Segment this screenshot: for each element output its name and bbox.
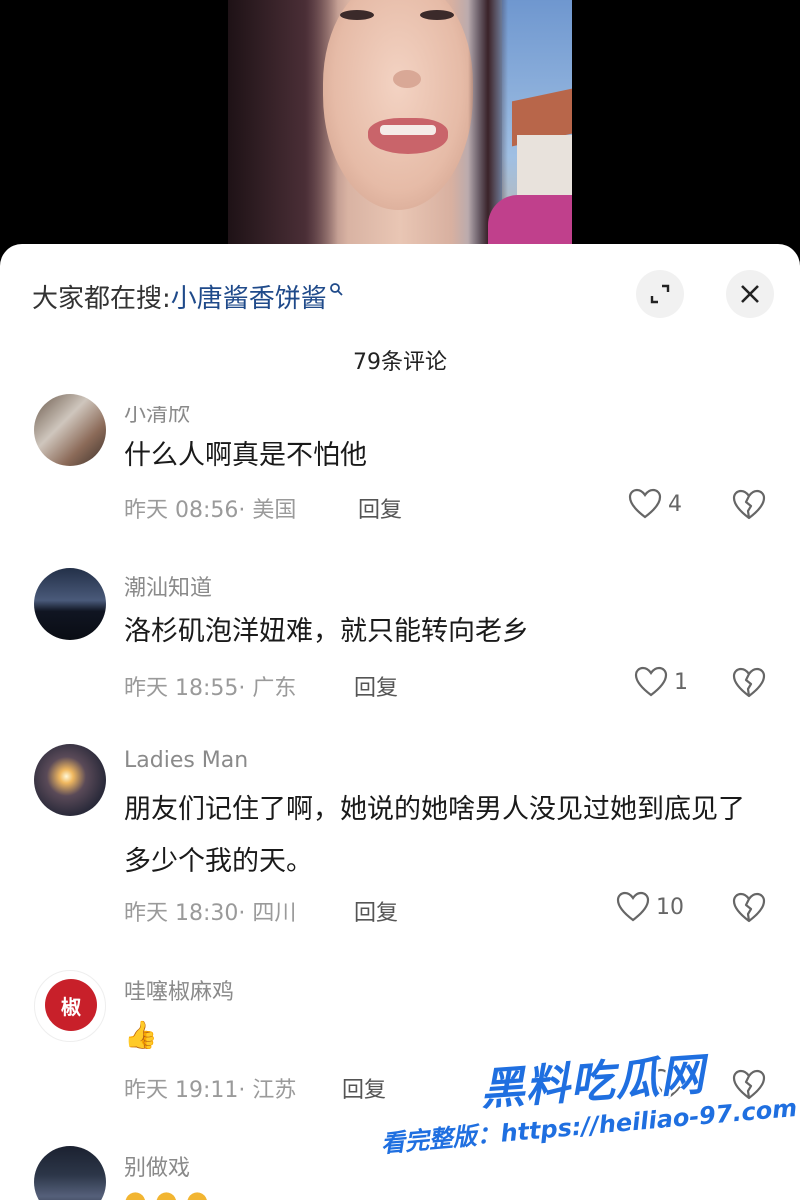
close-button[interactable] xyxy=(726,270,774,318)
video-area[interactable] xyxy=(0,0,800,260)
video-lips xyxy=(368,118,448,154)
video-eye-left xyxy=(340,10,374,20)
heart-icon xyxy=(616,891,650,922)
comment-meta: 昨天 18:30· 四川 xyxy=(124,901,297,926)
comment-meta: 昨天 19:11· 江苏 xyxy=(124,1078,297,1103)
comment-meta: 昨天 08:56· 美国 xyxy=(124,498,297,523)
reply-button[interactable]: 回复 xyxy=(342,1072,386,1104)
video-hair-left xyxy=(228,0,338,260)
comment-count: 79条评论 xyxy=(353,350,447,375)
heart-icon xyxy=(634,666,668,697)
search-term-link[interactable]: 小唐酱香饼酱 xyxy=(171,278,327,315)
video-face xyxy=(323,0,473,210)
like-count: 4 xyxy=(668,491,682,517)
comment-text: 洛杉矶泡洋妞难，就只能转向老乡 xyxy=(124,616,529,647)
reply-button[interactable]: 回复 xyxy=(354,670,398,702)
comment-meta: 昨天 18:55· 广东 xyxy=(124,676,297,701)
avatar[interactable] xyxy=(34,744,106,816)
expand-button[interactable] xyxy=(636,270,684,318)
dislike-button[interactable] xyxy=(732,892,766,928)
like-count: 1 xyxy=(674,669,688,695)
search-prefix: 大家都在搜: xyxy=(32,283,171,314)
avatar-seal: 椒 xyxy=(45,979,97,1031)
heart-icon xyxy=(628,488,662,519)
broken-heart-icon xyxy=(732,489,766,520)
like-button[interactable]: 1 xyxy=(634,666,688,698)
video-teeth xyxy=(380,125,436,135)
comment-author[interactable]: 潮汕知道 xyxy=(124,570,212,602)
dislike-button[interactable] xyxy=(732,489,766,525)
search-suggestion[interactable]: 大家都在搜: 小唐酱香饼酱 xyxy=(32,274,343,318)
expand-icon xyxy=(650,284,670,304)
video-frame[interactable] xyxy=(228,0,572,260)
reply-button[interactable]: 回复 xyxy=(354,895,398,927)
comment-author[interactable]: 别做戏 xyxy=(124,1150,190,1182)
avatar[interactable]: 椒 xyxy=(34,970,106,1042)
like-button[interactable]: 4 xyxy=(628,488,682,520)
avatar[interactable] xyxy=(34,568,106,640)
comment-author[interactable]: Ladies Man xyxy=(124,748,248,773)
video-eye-right xyxy=(420,10,454,20)
search-icon xyxy=(329,281,343,300)
like-button[interactable]: 10 xyxy=(616,891,684,923)
broken-heart-icon xyxy=(732,892,766,923)
dislike-button[interactable] xyxy=(732,667,766,703)
broken-heart-icon xyxy=(732,667,766,698)
close-icon xyxy=(741,285,759,303)
comment-text: 朋友们记住了啊，她说的她啥男人没见过她到底见了多少个我的天。 xyxy=(124,794,745,877)
reply-button[interactable]: 回复 xyxy=(358,492,402,524)
comment-emoji-row: ● ● ● xyxy=(124,1186,209,1200)
comment-text: 什么人啊真是不怕他 xyxy=(124,440,367,471)
avatar[interactable] xyxy=(34,394,106,466)
like-count: 10 xyxy=(656,894,684,920)
comment-author[interactable]: 哇噻椒麻鸡 xyxy=(124,974,234,1006)
video-nose xyxy=(393,70,421,88)
avatar-seal-text: 椒 xyxy=(61,995,81,1019)
